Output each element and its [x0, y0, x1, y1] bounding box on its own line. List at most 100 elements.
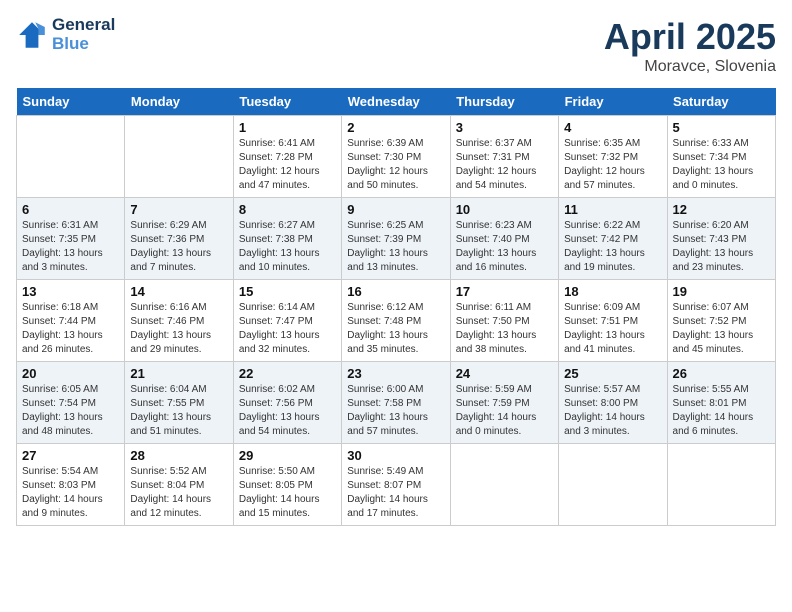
day-number: 30 [347, 448, 444, 463]
day-number: 19 [673, 284, 770, 299]
day-number: 8 [239, 202, 336, 217]
calendar-week-row: 27 Sunrise: 5:54 AMSunset: 8:03 PMDayligh… [17, 444, 776, 526]
day-number: 21 [130, 366, 227, 381]
day-info: Sunrise: 5:59 AMSunset: 7:59 PMDaylight:… [456, 383, 553, 439]
day-number: 7 [130, 202, 227, 217]
day-number: 15 [239, 284, 336, 299]
logo-line1: General [52, 15, 115, 34]
day-info: Sunrise: 5:57 AMSunset: 8:00 PMDaylight:… [564, 383, 661, 439]
calendar-day-cell: 23 Sunrise: 6:00 AMSunset: 7:58 PMDayligh… [342, 362, 450, 444]
day-info: Sunrise: 6:22 AMSunset: 7:42 PMDaylight:… [564, 219, 661, 275]
day-number: 26 [673, 366, 770, 381]
day-number: 9 [347, 202, 444, 217]
day-info: Sunrise: 6:00 AMSunset: 7:58 PMDaylight:… [347, 383, 444, 439]
day-number: 20 [22, 366, 119, 381]
day-info: Sunrise: 6:05 AMSunset: 7:54 PMDaylight:… [22, 383, 119, 439]
calendar-day-cell: 16 Sunrise: 6:12 AMSunset: 7:48 PMDayligh… [342, 280, 450, 362]
empty-cell [559, 444, 667, 526]
day-info: Sunrise: 6:41 AMSunset: 7:28 PMDaylight:… [239, 137, 336, 193]
day-number: 29 [239, 448, 336, 463]
logo-line2: Blue [52, 35, 115, 54]
day-header-monday: Monday [125, 88, 233, 116]
empty-cell [17, 116, 125, 198]
day-info: Sunrise: 5:55 AMSunset: 8:01 PMDaylight:… [673, 383, 770, 439]
day-info: Sunrise: 6:31 AMSunset: 7:35 PMDaylight:… [22, 219, 119, 275]
day-header-thursday: Thursday [450, 88, 558, 116]
title-block: April 2025 Moravce, Slovenia [604, 16, 776, 76]
calendar-day-cell: 22 Sunrise: 6:02 AMSunset: 7:56 PMDayligh… [233, 362, 341, 444]
day-header-sunday: Sunday [17, 88, 125, 116]
day-number: 18 [564, 284, 661, 299]
logo-text: General Blue [52, 16, 115, 53]
day-number: 10 [456, 202, 553, 217]
calendar-day-cell: 19Sunrise: 6:07 AMSunset: 7:52 PMDayligh… [667, 280, 775, 362]
main-title: April 2025 [604, 16, 776, 58]
day-number: 4 [564, 120, 661, 135]
calendar-day-cell: 18 Sunrise: 6:09 AMSunset: 7:51 PMDayligh… [559, 280, 667, 362]
day-number: 6 [22, 202, 119, 217]
day-number: 2 [347, 120, 444, 135]
subtitle: Moravce, Slovenia [604, 58, 776, 76]
calendar-day-cell: 30 Sunrise: 5:49 AMSunset: 8:07 PMDayligh… [342, 444, 450, 526]
day-number: 27 [22, 448, 119, 463]
calendar-day-cell: 14 Sunrise: 6:16 AMSunset: 7:46 PMDayligh… [125, 280, 233, 362]
calendar-day-cell: 6 Sunrise: 6:31 AMSunset: 7:35 PMDaylight… [17, 198, 125, 280]
day-number: 1 [239, 120, 336, 135]
calendar-table: SundayMondayTuesdayWednesdayThursdayFrid… [16, 88, 776, 526]
day-number: 24 [456, 366, 553, 381]
calendar-day-cell: 28 Sunrise: 5:52 AMSunset: 8:04 PMDayligh… [125, 444, 233, 526]
day-number: 12 [673, 202, 770, 217]
day-info: Sunrise: 5:54 AMSunset: 8:03 PMDaylight:… [22, 465, 119, 521]
day-info: Sunrise: 5:52 AMSunset: 8:04 PMDaylight:… [130, 465, 227, 521]
day-info: Sunrise: 5:50 AMSunset: 8:05 PMDaylight:… [239, 465, 336, 521]
calendar-day-cell: 29 Sunrise: 5:50 AMSunset: 8:05 PMDayligh… [233, 444, 341, 526]
day-number: 28 [130, 448, 227, 463]
calendar-day-cell: 12Sunrise: 6:20 AMSunset: 7:43 PMDayligh… [667, 198, 775, 280]
calendar-week-row: 13 Sunrise: 6:18 AMSunset: 7:44 PMDayligh… [17, 280, 776, 362]
calendar-day-cell: 27 Sunrise: 5:54 AMSunset: 8:03 PMDayligh… [17, 444, 125, 526]
calendar-day-cell: 25 Sunrise: 5:57 AMSunset: 8:00 PMDayligh… [559, 362, 667, 444]
day-headers-row: SundayMondayTuesdayWednesdayThursdayFrid… [17, 88, 776, 116]
calendar-day-cell: 5Sunrise: 6:33 AMSunset: 7:34 PMDaylight… [667, 116, 775, 198]
calendar-week-row: 20 Sunrise: 6:05 AMSunset: 7:54 PMDayligh… [17, 362, 776, 444]
calendar-day-cell: 7Sunrise: 6:29 AMSunset: 7:36 PMDaylight… [125, 198, 233, 280]
calendar-day-cell: 9 Sunrise: 6:25 AMSunset: 7:39 PMDaylight… [342, 198, 450, 280]
day-number: 3 [456, 120, 553, 135]
day-number: 17 [456, 284, 553, 299]
day-info: Sunrise: 6:12 AMSunset: 7:48 PMDaylight:… [347, 301, 444, 357]
day-info: Sunrise: 6:02 AMSunset: 7:56 PMDaylight:… [239, 383, 336, 439]
day-info: Sunrise: 6:16 AMSunset: 7:46 PMDaylight:… [130, 301, 227, 357]
day-info: Sunrise: 6:35 AMSunset: 7:32 PMDaylight:… [564, 137, 661, 193]
calendar-day-cell: 3Sunrise: 6:37 AMSunset: 7:31 PMDaylight… [450, 116, 558, 198]
calendar-day-cell: 2Sunrise: 6:39 AMSunset: 7:30 PMDaylight… [342, 116, 450, 198]
calendar-day-cell: 4 Sunrise: 6:35 AMSunset: 7:32 PMDaylight… [559, 116, 667, 198]
day-info: Sunrise: 6:04 AMSunset: 7:55 PMDaylight:… [130, 383, 227, 439]
empty-cell [667, 444, 775, 526]
calendar-week-row: 1 Sunrise: 6:41 AMSunset: 7:28 PMDaylight… [17, 116, 776, 198]
day-info: Sunrise: 6:25 AMSunset: 7:39 PMDaylight:… [347, 219, 444, 275]
calendar-day-cell: 11Sunrise: 6:22 AMSunset: 7:42 PMDayligh… [559, 198, 667, 280]
day-number: 16 [347, 284, 444, 299]
page-header: General Blue April 2025 Moravce, Sloveni… [16, 16, 776, 76]
day-info: Sunrise: 5:49 AMSunset: 8:07 PMDaylight:… [347, 465, 444, 521]
day-info: Sunrise: 6:14 AMSunset: 7:47 PMDaylight:… [239, 301, 336, 357]
calendar-day-cell: 10Sunrise: 6:23 AMSunset: 7:40 PMDayligh… [450, 198, 558, 280]
day-number: 13 [22, 284, 119, 299]
calendar-day-cell: 15 Sunrise: 6:14 AMSunset: 7:47 PMDayligh… [233, 280, 341, 362]
day-header-wednesday: Wednesday [342, 88, 450, 116]
calendar-day-cell: 13 Sunrise: 6:18 AMSunset: 7:44 PMDayligh… [17, 280, 125, 362]
day-header-saturday: Saturday [667, 88, 775, 116]
day-number: 23 [347, 366, 444, 381]
day-number: 14 [130, 284, 227, 299]
calendar-day-cell: 1 Sunrise: 6:41 AMSunset: 7:28 PMDaylight… [233, 116, 341, 198]
calendar-day-cell: 24 Sunrise: 5:59 AMSunset: 7:59 PMDayligh… [450, 362, 558, 444]
day-header-friday: Friday [559, 88, 667, 116]
day-info: Sunrise: 6:09 AMSunset: 7:51 PMDaylight:… [564, 301, 661, 357]
day-info: Sunrise: 6:18 AMSunset: 7:44 PMDaylight:… [22, 301, 119, 357]
day-info: Sunrise: 6:27 AMSunset: 7:38 PMDaylight:… [239, 219, 336, 275]
day-number: 25 [564, 366, 661, 381]
day-number: 22 [239, 366, 336, 381]
empty-cell [125, 116, 233, 198]
empty-cell [450, 444, 558, 526]
calendar-day-cell: 20 Sunrise: 6:05 AMSunset: 7:54 PMDayligh… [17, 362, 125, 444]
